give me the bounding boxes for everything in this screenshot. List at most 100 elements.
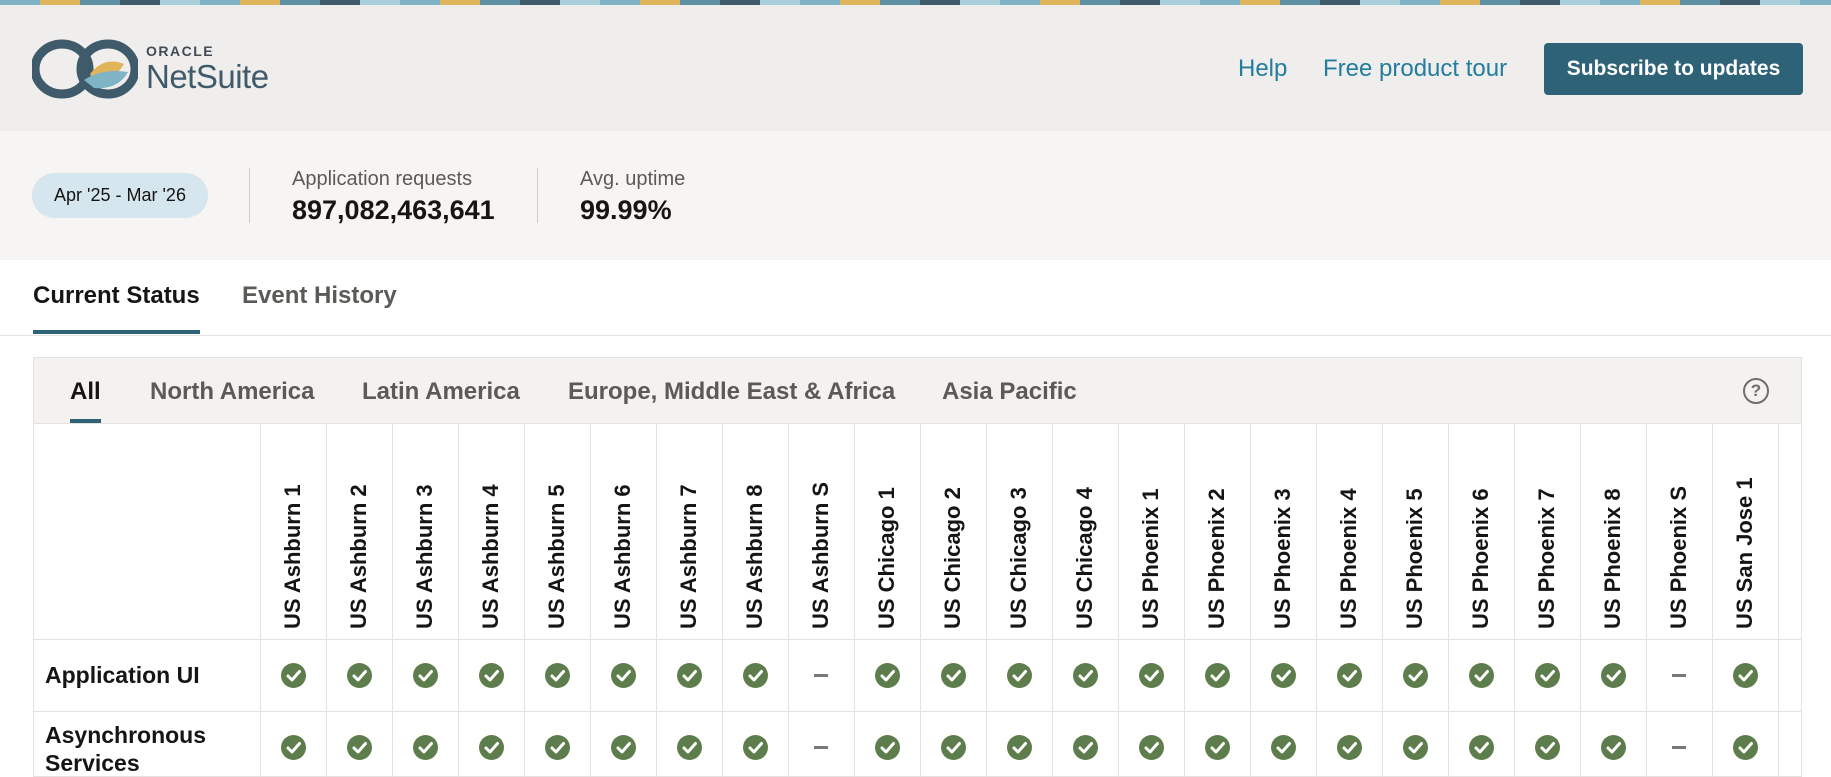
check-circle-icon[interactable] — [346, 662, 372, 688]
check-circle-icon[interactable] — [1402, 734, 1428, 760]
region-tab-emea[interactable]: Europe, Middle East & Africa — [568, 378, 895, 406]
date-range-pill[interactable]: Apr '25 - Mar '26 — [32, 173, 208, 218]
datacenter-header: US Phoenix 6 — [1468, 488, 1493, 629]
column-divider — [788, 424, 789, 776]
check-circle-icon[interactable] — [478, 734, 504, 760]
dash-icon — [1672, 745, 1686, 749]
netsuite-logo[interactable]: ORACLE NetSuite — [32, 38, 269, 100]
column-divider — [458, 424, 459, 776]
logo-netsuite-text: NetSuite — [146, 58, 269, 95]
check-circle-icon[interactable] — [610, 662, 636, 688]
check-circle-icon[interactable] — [676, 662, 702, 688]
check-circle-icon[interactable] — [1204, 734, 1230, 760]
logo-oracle-text: ORACLE — [146, 43, 215, 59]
avg-uptime-stat: Avg. uptime 99.99% — [580, 167, 685, 227]
check-circle-icon[interactable] — [1402, 662, 1428, 688]
check-circle-icon[interactable] — [1468, 734, 1494, 760]
divider — [537, 168, 538, 223]
check-circle-icon[interactable] — [1072, 734, 1098, 760]
datacenter-header: US San Jose 1 — [1732, 477, 1757, 629]
datacenter-header: US Ashburn 2 — [346, 484, 371, 629]
column-divider — [722, 424, 723, 776]
active-tab-indicator — [33, 330, 200, 334]
check-circle-icon[interactable] — [346, 734, 372, 760]
check-circle-icon[interactable] — [1336, 662, 1362, 688]
region-tab-latin-america[interactable]: Latin America — [362, 378, 520, 406]
dash-icon — [814, 745, 828, 749]
check-circle-icon[interactable] — [1732, 734, 1758, 760]
column-divider — [524, 424, 525, 776]
check-circle-icon[interactable] — [478, 662, 504, 688]
datacenter-header: US Ashburn 7 — [676, 484, 701, 629]
check-circle-icon[interactable] — [1138, 734, 1164, 760]
check-circle-icon[interactable] — [1534, 734, 1560, 760]
column-divider — [1646, 424, 1647, 776]
datacenter-header: US Phoenix 7 — [1534, 488, 1559, 629]
check-circle-icon[interactable] — [1204, 662, 1230, 688]
region-tab-all[interactable]: All — [70, 378, 101, 406]
region-tab-asia-pacific[interactable]: Asia Pacific — [942, 378, 1077, 406]
row-divider — [34, 711, 1801, 712]
check-circle-icon[interactable] — [1336, 734, 1362, 760]
check-circle-icon[interactable] — [874, 734, 900, 760]
active-region-indicator — [70, 419, 101, 423]
check-circle-icon[interactable] — [1600, 734, 1626, 760]
check-circle-icon[interactable] — [940, 734, 966, 760]
check-circle-icon[interactable] — [1468, 662, 1494, 688]
subscribe-button[interactable]: Subscribe to updates — [1544, 43, 1803, 95]
column-divider — [260, 424, 261, 776]
column-divider — [1382, 424, 1383, 776]
free-product-tour-link[interactable]: Free product tour — [1323, 55, 1507, 83]
check-circle-icon[interactable] — [742, 662, 768, 688]
column-divider — [986, 424, 987, 776]
stats-band: Apr '25 - Mar '26 Application requests 8… — [0, 131, 1831, 260]
check-circle-icon[interactable] — [280, 734, 306, 760]
check-circle-icon[interactable] — [544, 662, 570, 688]
check-circle-icon[interactable] — [874, 662, 900, 688]
region-tab-north-america[interactable]: North America — [150, 378, 314, 406]
column-divider — [1184, 424, 1185, 776]
datacenter-header: US Phoenix S — [1666, 485, 1691, 629]
check-circle-icon[interactable] — [544, 734, 570, 760]
datacenter-header: US Phoenix 5 — [1402, 488, 1427, 629]
datacenter-header: US Ashburn 1 — [280, 484, 305, 629]
datacenter-header: US Phoenix 3 — [1270, 488, 1295, 629]
service-name: Application UI — [45, 662, 200, 688]
stat-label: Avg. uptime — [580, 168, 686, 190]
main-tabs: Current Status Event History — [0, 260, 1831, 336]
column-divider — [920, 424, 921, 776]
check-circle-icon[interactable] — [1270, 734, 1296, 760]
check-circle-icon[interactable] — [1270, 662, 1296, 688]
datacenter-header: US Phoenix 4 — [1336, 488, 1361, 629]
column-divider — [1514, 424, 1515, 776]
check-circle-icon[interactable] — [1600, 662, 1626, 688]
column-divider — [1778, 424, 1779, 776]
netsuite-logo-icon — [32, 39, 138, 99]
check-circle-icon[interactable] — [1138, 662, 1164, 688]
check-circle-icon[interactable] — [610, 734, 636, 760]
status-panel: All North America Latin America Europe, … — [33, 357, 1802, 777]
divider — [249, 168, 250, 223]
region-tabs: All North America Latin America Europe, … — [34, 358, 1801, 424]
check-circle-icon[interactable] — [412, 662, 438, 688]
check-circle-icon[interactable] — [1732, 662, 1758, 688]
check-circle-icon[interactable] — [412, 734, 438, 760]
check-circle-icon[interactable] — [280, 662, 306, 688]
check-circle-icon[interactable] — [940, 662, 966, 688]
check-circle-icon[interactable] — [676, 734, 702, 760]
check-circle-icon[interactable] — [1072, 662, 1098, 688]
column-divider — [590, 424, 591, 776]
tab-current-status[interactable]: Current Status — [33, 282, 200, 310]
datacenter-header: US Ashburn 6 — [610, 484, 635, 629]
application-requests-stat: Application requests 897,082,463,641 — [292, 167, 495, 227]
datacenter-header: US Phoenix 1 — [1138, 488, 1163, 629]
tab-event-history[interactable]: Event History — [242, 282, 397, 310]
check-circle-icon[interactable] — [1534, 662, 1560, 688]
datacenter-header: US Chicago 4 — [1072, 487, 1097, 629]
check-circle-icon[interactable] — [1006, 734, 1032, 760]
datacenter-header: US Phoenix 2 — [1204, 488, 1229, 629]
check-circle-icon[interactable] — [742, 734, 768, 760]
check-circle-icon[interactable] — [1006, 662, 1032, 688]
help-icon[interactable]: ? — [1743, 378, 1769, 404]
help-link[interactable]: Help — [1238, 55, 1287, 83]
